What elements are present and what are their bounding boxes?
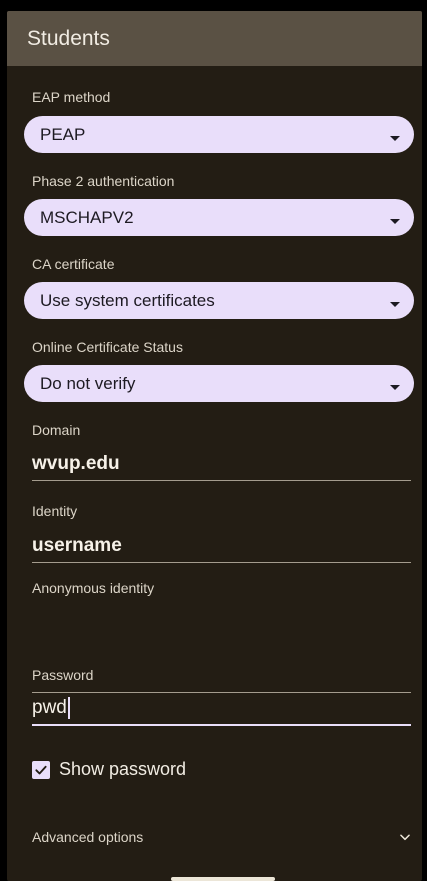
phase2-label: Phase 2 authentication <box>32 173 175 189</box>
text-caret <box>67 697 70 719</box>
show-password-checkbox[interactable] <box>32 760 50 779</box>
advanced-options-row[interactable]: Advanced options <box>32 822 412 852</box>
show-password-checkbox-row[interactable]: Show password <box>32 759 186 780</box>
password-label: Password <box>32 667 94 683</box>
advanced-options-label: Advanced options <box>32 829 144 845</box>
wifi-config-dialog: Students EAP method PEAP Phase 2 authent… <box>7 11 422 881</box>
eap-method-label: EAP method <box>32 89 111 105</box>
dropdown-arrow-icon <box>390 136 400 141</box>
check-icon <box>35 765 47 774</box>
chevron-down-icon <box>400 834 410 841</box>
domain-label: Domain <box>32 422 81 438</box>
dropdown-arrow-icon <box>390 302 400 307</box>
ca-cert-value: Use system certificates <box>40 290 215 310</box>
eap-method-value: PEAP <box>40 124 86 144</box>
ca-cert-dropdown[interactable]: Use system certificates <box>24 282 414 319</box>
dropdown-arrow-icon <box>390 385 400 390</box>
dialog-title-bar: Students <box>7 11 422 66</box>
dropdown-arrow-icon <box>390 219 400 224</box>
show-password-label: Show password <box>59 759 187 779</box>
identity-value: username <box>32 534 122 556</box>
password-input[interactable]: pwd <box>32 692 411 726</box>
domain-input[interactable]: wvup.edu <box>32 447 411 481</box>
domain-value: wvup.edu <box>32 452 120 474</box>
anon-identity-label: Anonymous identity <box>32 580 155 596</box>
phase2-value: MSCHAPV2 <box>40 207 134 227</box>
home-indicator[interactable] <box>171 877 275 881</box>
dialog-title: Students <box>27 26 110 50</box>
phase2-dropdown[interactable]: MSCHAPV2 <box>24 199 414 236</box>
password-value: pwd <box>32 697 67 718</box>
ocsp-dropdown[interactable]: Do not verify <box>24 365 414 402</box>
identity-input[interactable]: username <box>32 529 411 563</box>
ocsp-label: Online Certificate Status <box>32 339 183 355</box>
identity-label: Identity <box>32 503 78 519</box>
ocsp-value: Do not verify <box>40 373 136 393</box>
ca-cert-label: CA certificate <box>32 256 115 272</box>
eap-method-dropdown[interactable]: PEAP <box>24 116 414 153</box>
